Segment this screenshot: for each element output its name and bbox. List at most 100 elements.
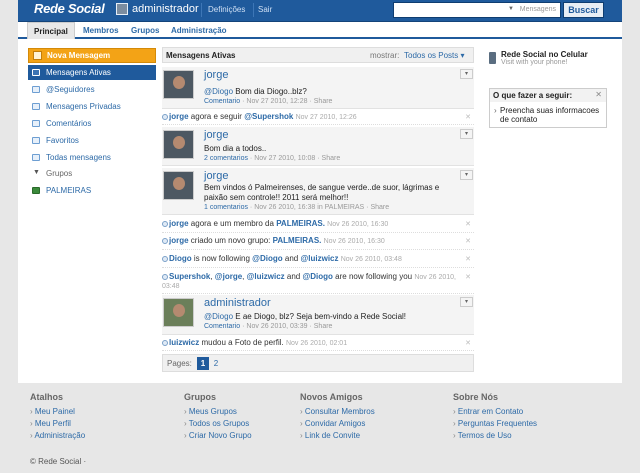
brand-logo[interactable]: Rede Social (34, 1, 105, 16)
footer-link[interactable]: Todos os Grupos (184, 418, 252, 430)
footer-link[interactable]: Link de Convite (300, 430, 375, 442)
close-icon[interactable]: ✕ (465, 255, 471, 263)
activity-user[interactable]: jorge (169, 236, 189, 245)
footer-link[interactable]: Consultar Membros (300, 406, 375, 418)
close-icon[interactable]: ✕ (465, 273, 471, 281)
settings-link[interactable]: Definições (208, 5, 245, 14)
footer-heading: Grupos (184, 392, 217, 402)
activity-user[interactable]: Diogo (169, 254, 192, 263)
tab-membros[interactable]: Membros (83, 22, 119, 39)
current-user[interactable]: administrador (116, 3, 199, 15)
activity-user[interactable]: @jorge (215, 272, 242, 281)
activity-text: criado um novo grupo: (190, 236, 271, 245)
close-icon[interactable]: ✕ (465, 237, 471, 245)
page-link-2[interactable]: 2 (210, 357, 222, 370)
new-message-button[interactable]: Nova Mensagem (28, 48, 156, 63)
close-icon[interactable]: ✕ (465, 220, 471, 228)
comment-link[interactable]: 1 comentarios (204, 204, 248, 211)
activity-user[interactable]: @luizwicz (247, 272, 285, 281)
chevron-down-icon[interactable]: ▼ (508, 6, 514, 12)
activity-target[interactable]: @Diogo (252, 254, 282, 263)
mention-link[interactable]: @Diogo (204, 87, 233, 96)
user-name[interactable]: administrador (132, 3, 199, 15)
sidebar-groups-header[interactable]: ▼ Grupos (28, 169, 156, 181)
footer-link[interactable]: Meu Painel (30, 406, 85, 418)
post-author[interactable]: jorge (204, 69, 228, 81)
todo-item[interactable]: Preencha suas informacoes de contato (494, 106, 600, 124)
close-icon[interactable]: ✕ (595, 90, 602, 99)
activity-time: Nov 26 2010, 03:48 (340, 256, 402, 263)
logout-link[interactable]: Sair (258, 5, 272, 14)
footer-link[interactable]: Meu Perfil (30, 418, 85, 430)
post-author[interactable]: jorge (204, 170, 228, 182)
post-author[interactable]: administrador (204, 297, 271, 309)
post-options-button[interactable]: ▾ (460, 69, 473, 79)
mobile-title[interactable]: Rede Social no Celular (489, 50, 607, 59)
activity-time: Nov 27 2010, 12:26 (295, 114, 357, 121)
activity-target[interactable]: @Supershok (244, 112, 293, 121)
activity-target[interactable]: PALMEIRAS. (276, 219, 325, 228)
footer-link[interactable]: Entrar em Contato (453, 406, 537, 418)
comment-link[interactable]: Comentario (204, 323, 240, 330)
post-options-button[interactable]: ▾ (460, 170, 473, 180)
activity-user[interactable]: Supershok (169, 272, 210, 281)
user-avatar-icon[interactable] (163, 171, 194, 200)
user-avatar-icon[interactable] (163, 130, 194, 159)
post-group[interactable]: in PALMEIRAS (317, 204, 364, 211)
footer-link[interactable]: Termos de Uso (453, 430, 537, 442)
activity-user[interactable]: jorge (169, 112, 189, 121)
tab-principal[interactable]: Principal (27, 22, 75, 39)
close-icon[interactable]: ✕ (465, 339, 471, 347)
footer-link[interactable]: Perguntas Frequentes (453, 418, 537, 430)
filter-value[interactable]: Todos os Posts (404, 51, 458, 60)
activity-user[interactable]: jorge (169, 219, 189, 228)
footer-link[interactable]: Convidar Amigos (300, 418, 375, 430)
activity-target[interactable]: PALMEIRAS. (273, 236, 322, 245)
group-icon (32, 187, 40, 194)
page-link-1[interactable]: 1 (197, 357, 209, 370)
post-body: Bom dia Diogo..blz? (235, 87, 307, 96)
filter-select[interactable]: Todos os Posts ▾ (404, 51, 465, 60)
post-options-button[interactable]: ▾ (460, 297, 473, 307)
sidebar-item-active-messages[interactable]: Mensagens Ativas (28, 65, 156, 80)
search-input[interactable]: ▼ Mensagens (393, 2, 561, 18)
close-icon[interactable]: ✕ (465, 113, 471, 121)
comment-link[interactable]: 2 comentarios (204, 155, 248, 162)
sidebar-item-favorites[interactable]: Favoritos (28, 133, 156, 148)
footer-link[interactable]: Administração (30, 430, 85, 442)
sidebar-item-group-palmeiras[interactable]: PALMEIRAS (28, 183, 156, 198)
activity-target[interactable]: @luizwicz (300, 254, 338, 263)
search-scope[interactable]: Mensagens (520, 6, 556, 13)
activity-user[interactable]: luizwicz (169, 338, 199, 347)
activity-time: Nov 26 2010, 16:30 (327, 221, 389, 228)
tab-administracao[interactable]: Administração (171, 22, 227, 39)
share-link[interactable]: Share (314, 323, 333, 330)
sidebar-item-label: Mensagens Ativas (46, 68, 111, 77)
footer-link[interactable]: Meus Grupos (184, 406, 252, 418)
comment-link[interactable]: Comentario (204, 98, 240, 105)
user-avatar-icon[interactable] (163, 70, 194, 99)
post-author[interactable]: jorge (204, 129, 228, 141)
share-link[interactable]: Share (322, 155, 341, 162)
share-link[interactable]: Share (314, 98, 333, 105)
footer-link[interactable]: Criar Novo Grupo (184, 430, 252, 442)
activity-user[interactable]: @Diogo (302, 272, 332, 281)
mobile-promo[interactable]: Rede Social no Celular Visit with your p… (489, 50, 607, 76)
share-link[interactable]: Share (370, 204, 389, 211)
activity-item: jorge agora e um membro da PALMEIRAS. No… (162, 219, 474, 233)
post-options-button[interactable]: ▾ (460, 129, 473, 139)
footer-col-shortcuts: Atalhos Meu Painel Meu Perfil Administra… (30, 392, 85, 442)
search-button[interactable]: Buscar (563, 2, 604, 18)
mention-link[interactable]: @Diogo (204, 312, 233, 321)
sidebar-item-all-messages[interactable]: Todas mensagens (28, 150, 156, 165)
activity-icon (162, 221, 168, 227)
user-avatar-icon[interactable] (163, 298, 194, 327)
sidebar-item-followers[interactable]: @Seguidores (28, 82, 156, 97)
sidebar-item-label: Favoritos (46, 136, 79, 145)
tab-grupos[interactable]: Grupos (131, 22, 159, 39)
chevron-down-icon[interactable]: ▾ (460, 51, 464, 60)
activity-icon (162, 114, 168, 120)
sidebar-item-comments[interactable]: Comentários (28, 116, 156, 131)
activity-item: Supershok, @jorge, @luizwicz and @Diogo … (162, 272, 474, 294)
sidebar-item-private-messages[interactable]: Mensagens Privadas (28, 99, 156, 114)
